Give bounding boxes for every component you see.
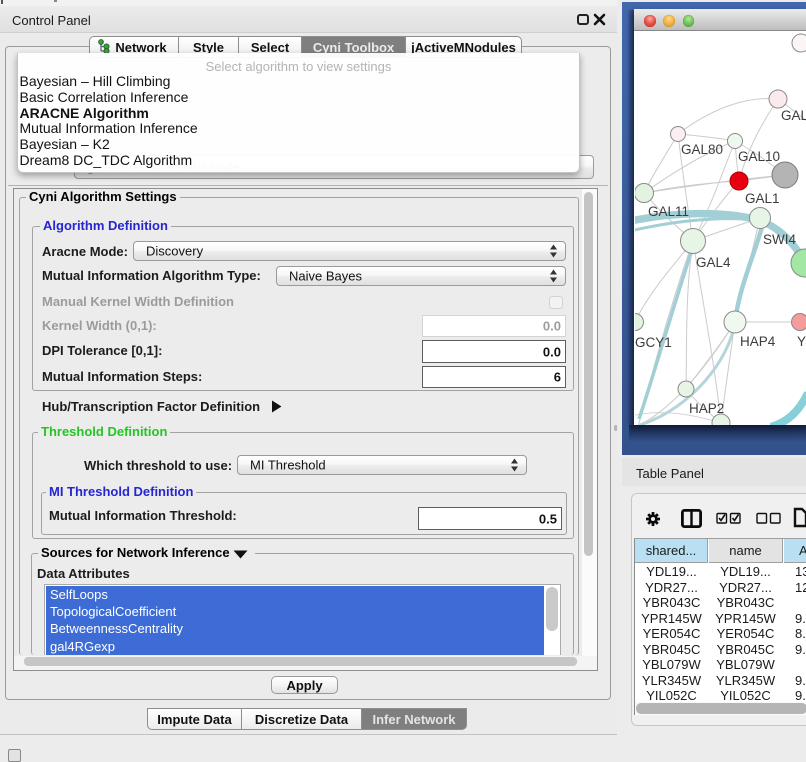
svg-text:GAL80: GAL80 — [681, 142, 723, 157]
svg-text:Y: Y — [797, 334, 806, 349]
svg-text:HAP4: HAP4 — [740, 334, 776, 349]
svg-text:HAP2: HAP2 — [689, 401, 724, 416]
svg-text:GAL1: GAL1 — [745, 191, 780, 206]
svg-text:GAL11: GAL11 — [648, 204, 689, 219]
svg-text:SWI4: SWI4 — [763, 232, 796, 247]
svg-text:GAL10: GAL10 — [738, 149, 780, 164]
svg-text:GAL4: GAL4 — [696, 255, 731, 270]
svg-text:GCY1: GCY1 — [635, 335, 672, 350]
svg-text:GAL2: GAL2 — [781, 108, 806, 123]
